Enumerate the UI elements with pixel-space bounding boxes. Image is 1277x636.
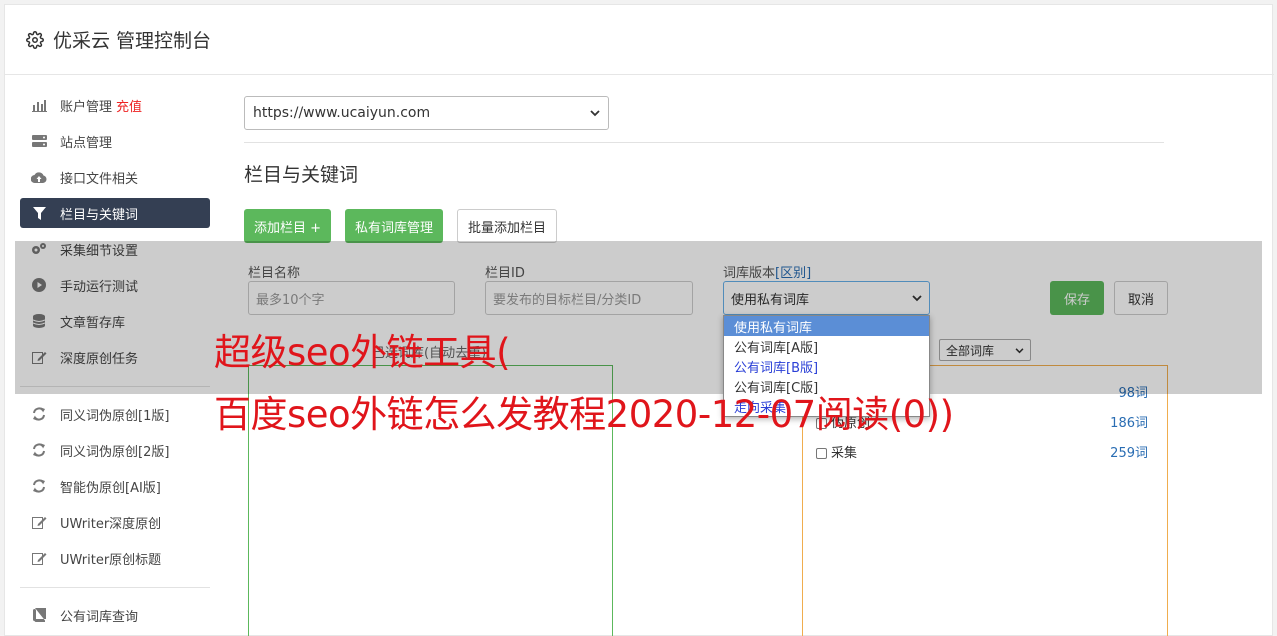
sidebar-item-synonym-v2[interactable]: 同义词伪原创[2版] (20, 435, 210, 465)
private-lib-button[interactable]: 私有词库管理 (345, 209, 444, 243)
lib-count: 259词 (1110, 446, 1148, 461)
watermark-line-2: 百度seo外链怎么发教程2020-12-07阅读(0)) (214, 393, 954, 436)
sidebar-item-label: 同义词伪原创[2版] (60, 444, 170, 460)
sidebar-item-public-lib[interactable]: 公有词库查询 (20, 600, 210, 630)
sidebar-item-label: 账户管理 (60, 99, 113, 115)
book-icon (31, 607, 47, 623)
lib-count: 186词 (1110, 416, 1148, 431)
dropdown-option[interactable]: 公有词库[B版] (724, 356, 929, 376)
recharge-link[interactable]: 充值 (116, 96, 142, 115)
divider (244, 142, 1164, 143)
sidebar-divider (20, 587, 210, 588)
add-column-button[interactable]: 添加栏目 + (244, 209, 332, 243)
watermark-line-1: 超级seo外链工具( (214, 331, 511, 374)
sidebar-item-label: 站点管理 (60, 135, 113, 151)
main-panel: https://www.ucaiyun.com 栏目与关键词 添加栏目 + 私有… (244, 96, 1164, 243)
list-item[interactable]: 采集 259词 (816, 442, 1148, 461)
sidebar-item-label: UWriter原创标题 (60, 552, 162, 568)
sidebar-item-label: 同义词伪原创[1版] (60, 408, 170, 424)
lib-name: 采集 (831, 446, 858, 461)
dropdown-option[interactable]: 公有词库[A版] (724, 336, 929, 356)
sidebar-item-sites[interactable]: 站点管理 (20, 126, 210, 156)
overlay-band (15, 241, 1262, 394)
sidebar-item-uwriter-title[interactable]: UWriter原创标题 (20, 543, 210, 573)
refresh-icon (31, 442, 47, 458)
batch-add-button[interactable]: 批量添加栏目 (457, 209, 558, 243)
dropdown-option[interactable]: 使用私有词库 (724, 316, 929, 336)
sidebar-item-interface[interactable]: 接口文件相关 (20, 162, 210, 192)
chevron-down-icon (590, 105, 600, 121)
refresh-icon (31, 478, 47, 494)
site-select[interactable]: https://www.ucaiyun.com (244, 96, 609, 130)
refresh-icon (31, 406, 47, 422)
sidebar-item-label: 接口文件相关 (60, 171, 139, 187)
top-bar: 优采云 管理控制台 (5, 5, 1274, 75)
toolbar: 添加栏目 + 私有词库管理 批量添加栏目 (244, 209, 1164, 243)
sidebar-item-label: 公有词库查询 (60, 609, 139, 625)
sidebar-item-label: 智能伪原创[AI版] (60, 480, 161, 496)
site-select-value: https://www.ucaiyun.com (253, 105, 431, 121)
gear-icon (25, 30, 45, 50)
sidebar-item-label: 栏目与关键词 (60, 207, 139, 223)
sidebar-item-synonym-v1[interactable]: 同义词伪原创[1版] (20, 399, 210, 429)
sidebar-item-account[interactable]: 账户管理 充值 (20, 90, 210, 120)
bar-chart-icon (31, 97, 47, 113)
edit-icon (31, 514, 47, 530)
edit-icon (31, 550, 47, 566)
filter-icon (31, 205, 47, 221)
sidebar-item-uwriter-deep[interactable]: UWriter深度原创 (20, 507, 210, 537)
server-icon (31, 133, 47, 149)
app-title: 优采云 管理控制台 (53, 30, 212, 52)
sidebar-item-columns[interactable]: 栏目与关键词 (20, 198, 210, 228)
checkbox[interactable] (816, 448, 827, 459)
sidebar-item-ai-rewrite[interactable]: 智能伪原创[AI版] (20, 471, 210, 501)
cloud-upload-icon (31, 169, 47, 185)
section-title: 栏目与关键词 (244, 164, 359, 186)
sidebar-item-label: UWriter深度原创 (60, 516, 162, 532)
